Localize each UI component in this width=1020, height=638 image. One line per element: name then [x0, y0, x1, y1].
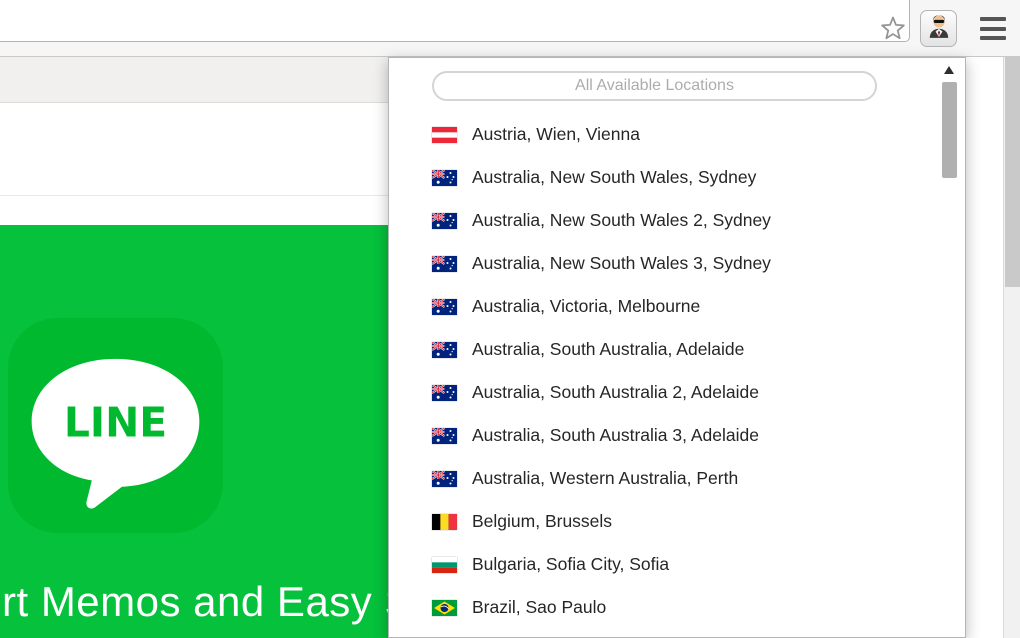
location-search-box — [432, 71, 877, 101]
location-label: Australia, Victoria, Melbourne — [472, 296, 701, 316]
location-list-item[interactable]: Austria, Wien, Vienna — [389, 113, 965, 156]
proxy-extension-button[interactable] — [920, 10, 957, 47]
flag-icon-au — [432, 470, 457, 487]
location-label: Austria, Wien, Vienna — [472, 124, 640, 144]
location-label: Bulgaria, Sofia City, Sofia — [472, 554, 670, 574]
flag-icon-au — [432, 384, 457, 401]
address-bar[interactable] — [0, 0, 910, 42]
location-list-item[interactable]: Belgium, Brussels — [389, 500, 965, 543]
page-scrollbar-thumb[interactable] — [1005, 57, 1020, 287]
location-label: Australia, South Australia, Adelaide — [472, 339, 745, 359]
hero-tagline: rt Memos and Easy S — [2, 578, 413, 625]
location-list-item[interactable]: Australia, New South Wales, Sydney — [389, 156, 965, 199]
location-list-item[interactable]: Australia, Western Australia, Perth — [389, 457, 965, 500]
scroll-up-arrow-icon[interactable] — [944, 66, 954, 74]
location-label: Australia, New South Wales 2, Sydney — [472, 210, 771, 230]
proxy-agent-avatar-icon — [926, 13, 952, 44]
location-label: Australia, Western Australia, Perth — [472, 468, 739, 488]
location-label: Australia, South Australia 2, Adelaide — [472, 382, 759, 402]
menu-bar — [980, 26, 1006, 31]
flag-icon-bg — [432, 556, 457, 573]
popup-scrollbar[interactable] — [941, 60, 958, 635]
location-list-item[interactable]: Brazil, Sao Paulo — [389, 586, 965, 629]
flag-icon-au — [432, 341, 457, 358]
location-list-item[interactable]: Australia, South Australia, Adelaide — [389, 328, 965, 371]
menu-bar — [980, 17, 1006, 21]
location-label: Australia, New South Wales 3, Sydney — [472, 253, 771, 273]
flag-icon-au — [432, 169, 457, 186]
location-list-item[interactable]: Australia, New South Wales 3, Sydney — [389, 242, 965, 285]
flag-icon-au — [432, 255, 457, 272]
line-logo-text: LINE — [64, 398, 167, 446]
location-search-input[interactable] — [434, 73, 875, 99]
flag-icon-br — [432, 599, 457, 616]
menu-bar — [980, 36, 1006, 40]
location-list-item[interactable]: Australia, South Australia 3, Adelaide — [389, 414, 965, 457]
location-list-item[interactable]: Australia, Victoria, Melbourne — [389, 285, 965, 328]
flag-icon-au — [432, 212, 457, 229]
location-list-item[interactable]: Australia, South Australia 2, Adelaide — [389, 371, 965, 414]
location-list-item[interactable]: Australia, New South Wales 2, Sydney — [389, 199, 965, 242]
page-scrollbar[interactable] — [1003, 57, 1020, 638]
location-label: Brazil, Sao Paulo — [472, 597, 607, 617]
location-label: Australia, New South Wales, Sydney — [472, 167, 757, 187]
location-label: Australia, South Australia 3, Adelaide — [472, 425, 759, 445]
browser-toolbar — [0, 0, 1020, 57]
location-list-item[interactable]: Bulgaria, Sofia City, Sofia — [389, 543, 965, 586]
line-app-logo: LINE — [8, 318, 223, 533]
location-label: Belgium, Brussels — [472, 511, 613, 531]
flag-icon-au — [432, 427, 457, 444]
flag-icon-be — [432, 513, 457, 530]
location-list: Austria, Wien, Vienna Australia, New Sou… — [389, 113, 965, 629]
flag-icon-at — [432, 126, 457, 143]
locations-popup: Austria, Wien, Vienna Australia, New Sou… — [388, 57, 966, 638]
popup-scrollbar-thumb[interactable] — [942, 82, 957, 178]
browser-menu-icon[interactable] — [980, 17, 1006, 40]
flag-icon-au — [432, 298, 457, 315]
bookmark-star-icon[interactable] — [879, 14, 907, 42]
